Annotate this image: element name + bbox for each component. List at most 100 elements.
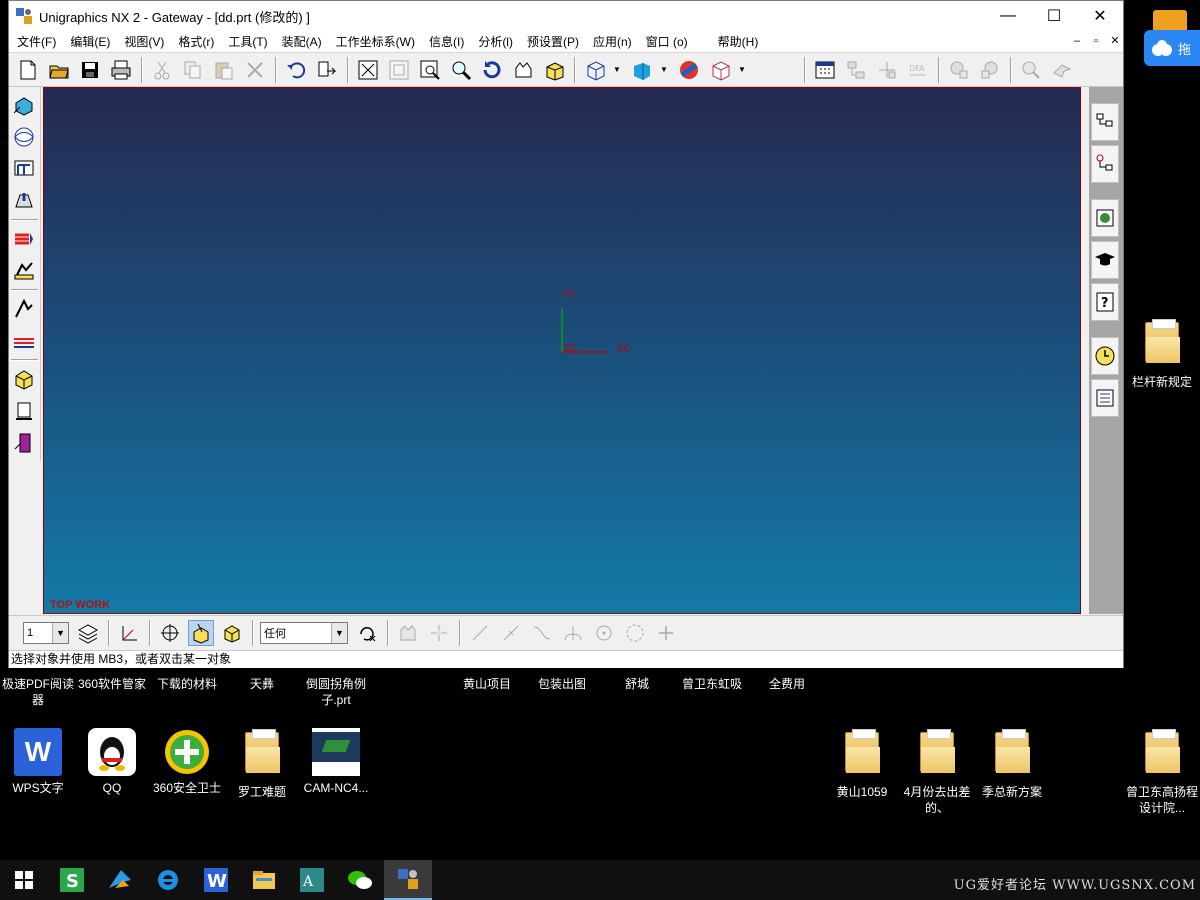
zoom-icon[interactable] [448,57,474,83]
coordinate-tool-icon[interactable] [874,57,900,83]
cube-view-icon[interactable] [707,57,733,83]
wps-writer-icon[interactable]: W [192,860,240,900]
print-icon[interactable] [108,57,134,83]
desktop-icon-tianyi[interactable]: 天彝 [224,676,300,692]
wireframe-icon[interactable] [582,57,608,83]
copy-icon[interactable] [180,57,206,83]
work-layer-select[interactable]: 1 ▼ [23,621,69,644]
knowledge-fusion-icon[interactable] [12,431,38,457]
point-constructor-icon[interactable] [157,620,183,646]
quadrant-snap-icon[interactable] [622,620,648,646]
baidu-netdisk-float[interactable]: 拖 [1144,30,1200,66]
title-bar[interactable]: Unigraphics NX 2 - Gateway - [dd.prt (修改… [9,1,1123,31]
color-sphere-icon[interactable] [676,57,702,83]
close-button[interactable]: ✕ [1077,1,1123,31]
minimize-button[interactable]: — [985,1,1031,31]
help-tab[interactable]: ? [1091,283,1119,321]
desktop-icon-siphon[interactable]: 曾卫东虹吸 [674,676,750,692]
mdi-close-button[interactable]: ✕ [1107,33,1123,49]
assembly-navigator-icon[interactable] [843,57,869,83]
mdi-restore-button[interactable]: ▫ [1088,33,1104,49]
desktop-icon-shucheng[interactable]: 舒城 [599,676,675,692]
layer-grid-icon[interactable] [812,57,838,83]
chevron-down-icon[interactable]: ▼ [613,65,623,74]
delete-icon[interactable] [242,57,268,83]
menu-window[interactable]: 窗口 (o) [646,33,688,50]
modeling-icon[interactable] [12,93,38,119]
desktop-icon-360-safe[interactable]: 360安全卫士 [149,728,225,796]
pan-icon[interactable] [510,57,536,83]
menu-tools[interactable]: 工具(T) [228,33,267,50]
wps-suite-icon[interactable]: S [48,860,96,900]
zoom-window-icon[interactable] [386,57,412,83]
menu-format[interactable]: 格式(r) [178,33,214,50]
zoom-region-icon[interactable] [417,57,443,83]
desktop-icon-downloads[interactable]: 下载的材料 [149,676,225,692]
nx-taskbar-icon[interactable] [384,860,432,900]
desktop-icon-qq[interactable]: QQ [74,728,150,796]
desktop-icon-folder[interactable]: 栏杆新规定 [1124,318,1200,390]
assembly-navigator-tab[interactable] [1091,103,1119,141]
new-file-icon[interactable] [15,57,41,83]
motion-icon[interactable] [12,259,38,285]
menu-file[interactable]: 文件(F) [17,33,56,50]
desktop-icon-packaging[interactable]: 包装出图 [524,676,600,692]
drafting-icon[interactable] [12,157,38,183]
paste-icon[interactable] [211,57,237,83]
desktop-icon-zeng-design[interactable]: 曾卫东高扬程设计院... [1124,728,1200,816]
arc-snap-icon[interactable] [560,620,586,646]
feature-point-icon[interactable] [426,620,452,646]
center-snap-icon[interactable] [591,620,617,646]
menu-analysis[interactable]: 分析(l) [478,33,513,50]
menu-preferences[interactable]: 预设置(P) [527,33,579,50]
midpoint-snap-icon[interactable] [498,620,524,646]
cut-icon[interactable] [149,57,175,83]
undo-icon[interactable] [283,57,309,83]
layer-settings-icon[interactable] [75,620,101,646]
browser-bird-icon[interactable] [96,860,144,900]
desktop-icon-prt-file[interactable]: 倒圆拐角例子.prt [298,676,374,708]
solid-display-icon[interactable] [629,57,655,83]
desktop-icon-huangshan-1059[interactable]: 黄山1059 [824,728,900,800]
history-clock-tab[interactable] [1091,337,1119,375]
menu-wcs[interactable]: 工作坐标系(W) [336,33,415,50]
web-browser-tab[interactable] [1091,199,1119,237]
chevron-down-icon[interactable]: ▼ [738,65,748,74]
repeat-command-icon[interactable] [314,57,340,83]
feature-tool-icon[interactable] [946,57,972,83]
routing-icon[interactable] [12,297,38,323]
graphics-window[interactable]: YC XC ZC TOP WORK [43,87,1081,614]
ie-icon[interactable] [144,860,192,900]
desktop-icon-cam-nc[interactable]: CAM-NC4... [298,728,374,796]
rotate-icon[interactable] [479,57,505,83]
sheet-metal-icon[interactable] [12,329,38,355]
line-snap-icon[interactable] [467,620,493,646]
mdi-minimize-button[interactable]: – [1069,33,1085,49]
type-filter-select[interactable]: 任何 ▼ [260,621,348,644]
manufacturing-icon[interactable] [12,189,38,215]
dfa-icon[interactable]: DFA [905,57,931,83]
quick-pick-icon[interactable] [395,620,421,646]
inspect-icon[interactable] [1018,57,1044,83]
curve-snap-icon[interactable] [529,620,555,646]
snap-selection-icon[interactable] [188,619,214,646]
menu-info[interactable]: 信息(I) [429,33,464,50]
desktop-icon-360-manager[interactable]: 360软件管家 [74,676,150,692]
file-explorer-icon[interactable] [240,860,288,900]
maximize-button[interactable]: ☐ [1031,1,1077,31]
feature-edit-icon[interactable] [977,57,1003,83]
desktop-icon-april-trip[interactable]: 4月份去出差的、 [899,728,975,816]
desktop-icon-luo-problem[interactable]: 罗工难题 [224,728,300,800]
desktop-icon-ji-plan[interactable]: 季总新方案 [974,728,1050,800]
desktop-icon-pdf[interactable]: 极速PDF阅读器 [0,676,76,708]
assemblies-icon[interactable] [12,367,38,393]
system-materials-tab[interactable] [1091,379,1119,417]
wave-tool-icon[interactable] [1049,57,1075,83]
wechat-icon[interactable] [336,860,384,900]
open-folder-icon[interactable] [46,57,72,83]
shape-studio-icon[interactable] [12,125,38,151]
structures-icon[interactable] [12,227,38,253]
reset-filter-icon[interactable] [354,620,380,646]
solid-body-filter-icon[interactable] [219,620,245,646]
desktop-icon-wps[interactable]: W WPS文字 [0,728,76,796]
